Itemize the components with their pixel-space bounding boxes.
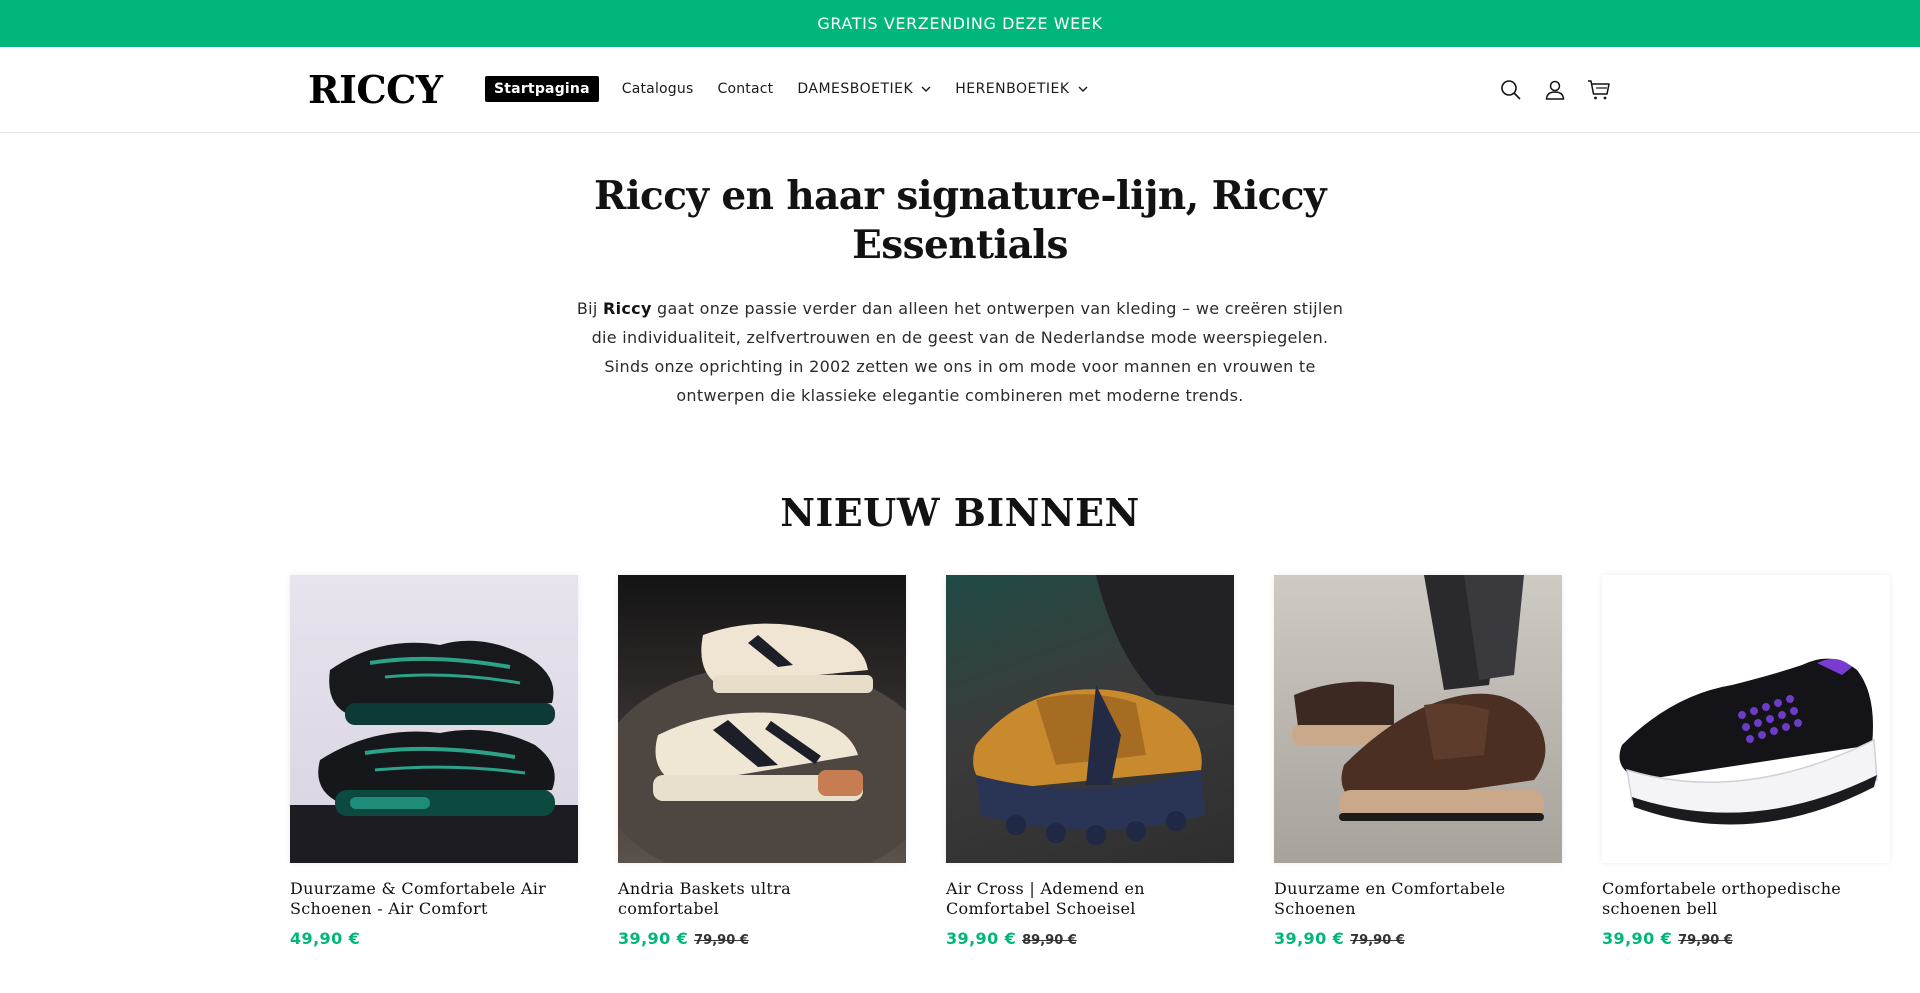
compare-price: 79,90 €	[694, 933, 749, 948]
main-nav: Startpagina Catalogus Contact DAMESBOETI…	[485, 76, 1112, 102]
section-title: NIEUW BINNEN	[780, 490, 1140, 535]
product-price: 39,90 € 79,90 €	[1274, 929, 1562, 948]
search-icon[interactable]	[1498, 77, 1524, 103]
product-title[interactable]: Andria Baskets ultra comfortabel	[618, 879, 888, 919]
sneaker-illustration	[1292, 575, 1546, 821]
intro-section: Riccy en haar signature-lijn, Riccy Esse…	[560, 172, 1360, 410]
brand-name: Riccy	[602, 299, 652, 318]
product-card[interactable]: Duurzame en Comfortabele Schoenen 39,90 …	[1274, 575, 1562, 948]
product-image[interactable]	[1274, 575, 1562, 863]
product-image[interactable]	[290, 575, 578, 863]
compare-price: 79,90 €	[1350, 933, 1405, 948]
nav-item-catalogus[interactable]: Catalogus	[622, 76, 694, 102]
sneaker-illustration	[1619, 658, 1878, 825]
site-logo[interactable]: RICCY	[308, 67, 443, 113]
product-title[interactable]: Duurzame en Comfortabele Schoenen	[1274, 879, 1544, 919]
product-grid: Duurzame & Comfortabele Air Schoenen - A…	[290, 575, 1890, 948]
product-image[interactable]	[618, 575, 906, 863]
product-price: 39,90 € 79,90 €	[618, 929, 906, 948]
compare-price: 79,90 €	[1678, 933, 1733, 948]
nav-item-damesboetiek[interactable]: DAMESBOETIEK	[797, 76, 931, 102]
product-card[interactable]: Comfortabele orthopedische schoenen bell…	[1602, 575, 1890, 948]
product-price: 39,90 € 89,90 €	[946, 929, 1234, 948]
product-title[interactable]: Air Cross | Ademend en Comfortabel Schoe…	[946, 879, 1216, 919]
product-image[interactable]	[1602, 575, 1890, 863]
announcement-bar: GRATIS VERZENDING DEZE WEEK	[0, 0, 1920, 47]
sale-price: 39,90 €	[1602, 929, 1673, 948]
cart-icon[interactable]	[1586, 77, 1612, 103]
product-card[interactable]: Andria Baskets ultra comfortabel 39,90 €…	[618, 575, 906, 948]
nav-item-startpagina[interactable]: Startpagina	[485, 76, 599, 102]
announcement-text: GRATIS VERZENDING DEZE WEEK	[817, 14, 1103, 33]
header-actions	[1498, 77, 1630, 103]
chevron-down-icon	[1078, 86, 1088, 92]
nav-label: Startpagina	[494, 81, 590, 97]
sneaker-illustration	[618, 623, 906, 863]
product-card[interactable]: Duurzame & Comfortabele Air Schoenen - A…	[290, 575, 578, 948]
intro-text: Bij Riccy gaat onze passie verder dan al…	[570, 294, 1350, 410]
sale-price: 39,90 €	[1274, 929, 1345, 948]
product-title[interactable]: Comfortabele orthopedische schoenen bell	[1602, 879, 1872, 919]
nav-label: DAMESBOETIEK	[797, 81, 914, 97]
product-image[interactable]	[946, 575, 1234, 863]
account-icon[interactable]	[1542, 77, 1568, 103]
product-price: 39,90 € 79,90 €	[1602, 929, 1890, 948]
intro-text-start: Bij	[576, 299, 603, 318]
sneaker-illustration	[973, 575, 1234, 845]
product-title[interactable]: Duurzame & Comfortabele Air Schoenen - A…	[290, 879, 560, 919]
nav-label: HERENBOETIEK	[955, 81, 1070, 97]
sneaker-illustration	[290, 640, 578, 863]
compare-price: 89,90 €	[1022, 933, 1077, 948]
page-title: Riccy en haar signature-lijn, Riccy Esse…	[594, 173, 1327, 268]
nav-label: Catalogus	[621, 81, 694, 97]
intro-text-rest: gaat onze passie verder dan alleen het o…	[591, 299, 1344, 405]
nav-item-contact[interactable]: Contact	[717, 76, 773, 102]
chevron-down-icon	[921, 86, 931, 92]
sale-price: 39,90 €	[946, 929, 1017, 948]
sale-price: 49,90 €	[290, 929, 361, 948]
site-header: RICCY Startpagina Catalogus Contact DAME…	[0, 47, 1920, 133]
product-price: 49,90 €	[290, 929, 578, 948]
nav-label: Contact	[717, 81, 774, 97]
sale-price: 39,90 €	[618, 929, 689, 948]
product-card[interactable]: Air Cross | Ademend en Comfortabel Schoe…	[946, 575, 1234, 948]
nav-item-herenboetiek[interactable]: HERENBOETIEK	[955, 76, 1088, 102]
